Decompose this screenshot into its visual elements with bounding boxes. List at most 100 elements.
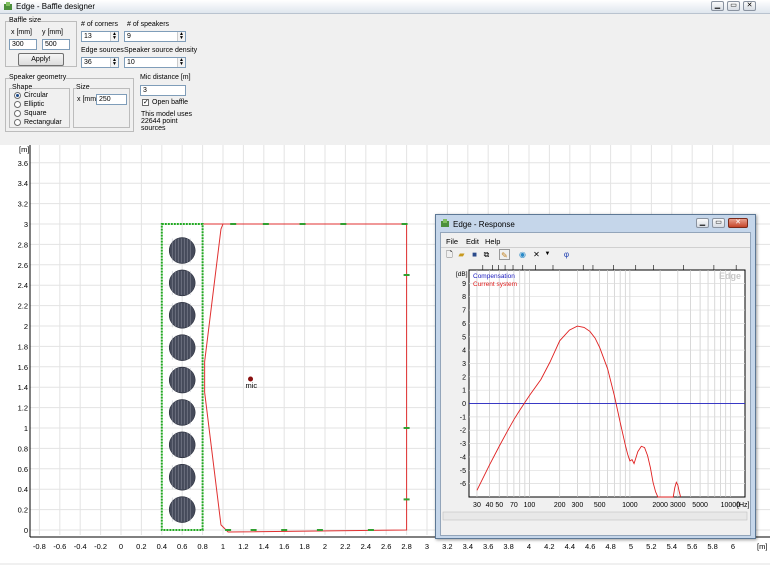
x-tick-label: 0.6 <box>177 542 187 551</box>
response-maximize-button[interactable]: ▭ <box>712 218 725 228</box>
y-tick-label: 1.4 <box>18 383 28 392</box>
mic-distance-input[interactable]: 3 <box>140 85 186 96</box>
x-tick-label: -0.6 <box>53 542 66 551</box>
baffle-y-input[interactable]: 500 <box>42 39 70 50</box>
window-title: Edge - Baffle designer <box>16 2 96 11</box>
x-tick-label: 5.8 <box>707 542 717 551</box>
x-tick-label: 4.6 <box>585 542 595 551</box>
x-tick-label: -0.8 <box>33 542 46 551</box>
size-label: Size <box>76 84 90 91</box>
menu-help[interactable]: Help <box>485 237 500 246</box>
x-tick-label: 5000 <box>692 502 708 509</box>
y-tick-label: 3.4 <box>18 179 28 188</box>
y-tick-label: 0 <box>462 401 466 408</box>
x-tick-label: 4.8 <box>605 542 615 551</box>
phi-icon[interactable]: φ <box>561 249 572 260</box>
edge-source-marker <box>230 223 237 225</box>
x-tick-label: 1.2 <box>238 542 248 551</box>
plot-frame <box>468 269 746 498</box>
new-icon[interactable]: 🗋 <box>444 249 455 260</box>
edge-source-marker <box>403 427 410 429</box>
shape-label: Shape <box>12 84 33 91</box>
size-x-input[interactable]: 250 <box>96 94 127 105</box>
open-icon[interactable]: ▰ <box>456 249 467 260</box>
x-tick-label: 2000 <box>652 502 668 509</box>
y-tick-label: 4 <box>462 348 466 355</box>
x-tick-label: 1 <box>221 542 225 551</box>
spin-arrows-icon[interactable]: ▲ ▼ <box>110 32 118 41</box>
speaker-circle <box>168 269 196 297</box>
speakers-value: 9 <box>127 33 131 40</box>
y-tick-label: 3 <box>24 220 28 229</box>
dropdown-icon[interactable]: ▼ <box>542 249 553 260</box>
x-tick-label: 3 <box>425 542 429 551</box>
shape-elliptic-label: Elliptic <box>24 101 45 108</box>
close-button[interactable]: ✕ <box>743 1 756 11</box>
density-value: 10 <box>127 59 135 66</box>
radio-elliptic[interactable] <box>14 101 21 108</box>
response-chart[interactable]: 9 8 7 6 5 4 3 2 1 0 -1 -2 -3 -4 -5 -6 [dB] 30 40 50 70 100 200… <box>441 264 750 535</box>
x-tick-label: 200 <box>554 502 566 509</box>
corners-value: 13 <box>84 33 92 40</box>
speaker-circle <box>168 237 196 264</box>
corners-stepper[interactable]: 13 ▲ ▼ <box>81 31 119 42</box>
globe-icon[interactable]: ◉ <box>517 249 528 260</box>
y-tick-label: -6 <box>460 481 466 488</box>
x-tick-label: 0.4 <box>157 542 167 551</box>
edge-source-marker <box>262 223 269 225</box>
x-tick-label: 500 <box>594 502 606 509</box>
radio-rectangular[interactable] <box>14 119 21 126</box>
x-tick-label: 40 <box>486 502 494 509</box>
baffle-x-input[interactable]: 300 <box>9 39 37 50</box>
copy-icon[interactable]: ⧉ <box>481 249 492 260</box>
density-stepper[interactable]: 10 ▲ ▼ <box>124 57 186 68</box>
x-tick-label: 3.6 <box>483 542 493 551</box>
y-tick-label: -3 <box>460 441 466 448</box>
horizontal-scrollbar <box>442 511 748 521</box>
x-tick-label: 4 <box>527 542 531 551</box>
menu-divider <box>441 247 750 248</box>
speakers-stepper[interactable]: 9 ▲ ▼ <box>124 31 186 42</box>
menu-edit[interactable]: Edit <box>466 237 479 246</box>
spin-arrows-icon[interactable]: ▲ ▼ <box>177 32 185 41</box>
x-tick-label: 3.8 <box>503 542 513 551</box>
model-info-line3: sources <box>141 125 166 132</box>
save-icon[interactable]: ■ <box>469 249 480 260</box>
legend-current-system: Current system <box>473 281 517 288</box>
y-tick-label: -4 <box>460 454 466 461</box>
x-tick-label: 3000 <box>670 502 686 509</box>
response-minimize-button[interactable]: ▁ <box>696 218 709 228</box>
edge-source-marker <box>403 274 410 276</box>
edge-source-marker <box>281 529 288 531</box>
x-tick-label: 2.2 <box>340 542 350 551</box>
spin-arrows-icon[interactable]: ▲ ▼ <box>110 58 118 67</box>
y-tick-label: 2 <box>462 374 466 381</box>
minimize-button[interactable]: ▁ <box>711 1 724 11</box>
size-x-label: x [mm] <box>77 96 98 103</box>
shape-square-label: Square <box>24 110 47 117</box>
maximize-button[interactable]: ▭ <box>727 1 740 11</box>
apply-button[interactable]: Apply! <box>18 53 64 66</box>
response-close-button[interactable]: ✕ <box>728 218 748 228</box>
pencil-icon[interactable]: ✎ <box>499 249 510 260</box>
radio-circular[interactable] <box>14 92 21 99</box>
radio-square[interactable] <box>14 110 21 117</box>
response-window: Edge - Response ▁ ▭ ✕ File Edit Help 🗋 ▰… <box>435 214 756 539</box>
response-window-title: Edge - Response <box>453 220 515 229</box>
y-tick-label: 3 <box>462 361 466 368</box>
y-tick-label: 1.6 <box>18 363 28 372</box>
cross-icon[interactable]: ✕ <box>531 249 542 260</box>
x-label: x [mm] <box>11 29 32 36</box>
x-tick-label: 0 <box>119 542 123 551</box>
menu-file[interactable]: File <box>446 237 458 246</box>
y-tick-label: 1 <box>462 388 466 395</box>
spin-arrows-icon[interactable]: ▲ ▼ <box>177 58 185 67</box>
x-tick-label: 2 <box>323 542 327 551</box>
x-tick-label: 5.6 <box>687 542 697 551</box>
x-tick-label: 1.8 <box>299 542 309 551</box>
x-tick-label: 0.8 <box>197 542 207 551</box>
db-unit-label: [dB] <box>456 271 468 278</box>
edge-sources-stepper[interactable]: 36 ▲ ▼ <box>81 57 119 68</box>
legend-compensation: Compensation <box>473 273 515 280</box>
open-baffle-checkbox[interactable]: ✓ <box>142 99 149 106</box>
